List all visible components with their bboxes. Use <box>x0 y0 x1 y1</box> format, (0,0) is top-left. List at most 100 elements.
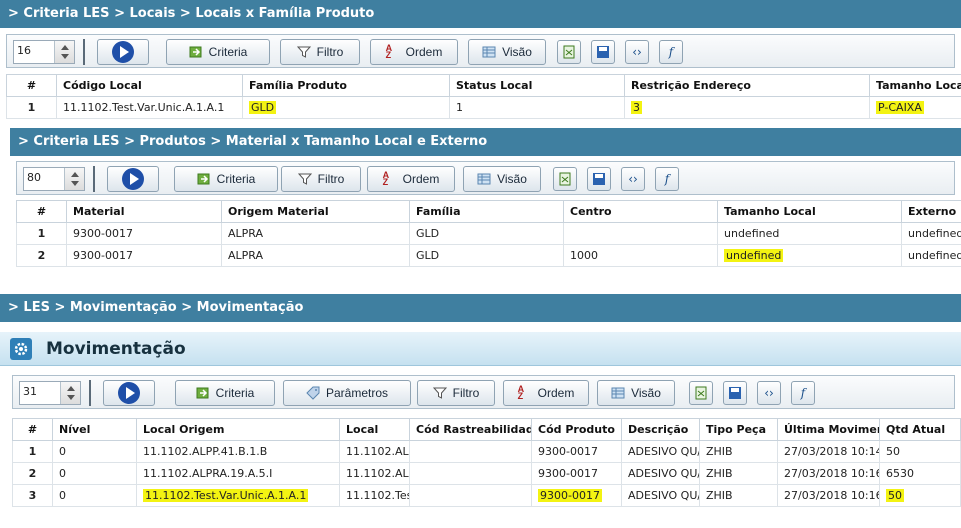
column-header[interactable]: Código Local <box>56 74 243 97</box>
toolbar-separator <box>93 166 95 192</box>
table-cell: 50 <box>879 484 961 507</box>
column-header[interactable]: Última Moviment <box>777 418 880 441</box>
column-header[interactable]: Externo <box>901 200 961 223</box>
gear-icon <box>10 337 32 360</box>
column-header[interactable]: Centro <box>563 200 718 223</box>
page-title-bar: Movimentação <box>0 332 961 366</box>
highlighted-value: 11.1102.Test.Var.Unic.A.1.A.1 <box>143 489 309 502</box>
spinner-value[interactable]: 16 <box>17 44 31 57</box>
table-cell: 1000 <box>563 244 718 267</box>
data-table: # Material Origem Material Família Centr… <box>16 200 961 267</box>
criteria-button[interactable]: Criteria <box>166 39 270 65</box>
table-cell: 27/03/2018 10:14: <box>777 440 880 463</box>
column-header[interactable]: Origem Material <box>221 200 410 223</box>
column-header[interactable]: Cód Produto <box>531 418 622 441</box>
table-row[interactable]: 2 9300-0017 ALPRA GLD 1000 undefined und… <box>16 244 961 267</box>
column-header[interactable]: Qtd Atual <box>879 418 961 441</box>
function-button[interactable]: f <box>655 167 679 191</box>
run-button[interactable] <box>97 39 149 65</box>
function-button[interactable]: f <box>791 381 815 405</box>
column-header[interactable]: Tamanho Local <box>717 200 902 223</box>
table-cell: undefined <box>717 244 902 267</box>
code-button[interactable]: ‹› <box>621 167 645 191</box>
table-row[interactable]: 1 9300-0017 ALPRA GLD undefined undefine… <box>16 222 961 245</box>
code-button[interactable]: ‹› <box>625 40 649 64</box>
table-cell: 1 <box>449 96 625 119</box>
export-excel-button[interactable] <box>689 381 713 405</box>
run-button[interactable] <box>103 380 155 406</box>
table-cell: 11.1102.ALPRA.19.A.5.I <box>136 462 340 485</box>
page-size-spinner[interactable]: 16 <box>13 40 75 64</box>
function-icon: f <box>668 45 674 59</box>
column-header[interactable]: # <box>6 74 57 97</box>
table-cell: 9300-0017 <box>531 484 622 507</box>
table-row[interactable]: 2 0 11.1102.ALPRA.19.A.5.I 11.1102.ALP 9… <box>12 462 961 485</box>
table-cell: 1 <box>16 222 67 245</box>
column-header[interactable]: Material <box>66 200 222 223</box>
export-excel-icon <box>563 45 575 59</box>
criteria-button[interactable]: Criteria <box>174 166 278 192</box>
criteria-button[interactable]: Criteria <box>175 380 275 406</box>
table-cell <box>409 462 532 485</box>
export-excel-button[interactable] <box>553 167 577 191</box>
function-icon: f <box>800 386 806 400</box>
column-header[interactable]: Tamanho Local <box>869 74 961 97</box>
spinner-value[interactable]: 31 <box>23 385 37 398</box>
column-header[interactable]: Cód Rastreabilidade <box>409 418 532 441</box>
spinner-value[interactable]: 80 <box>27 171 41 184</box>
page-size-spinner[interactable]: 31 <box>19 381 81 405</box>
spinner-arrows[interactable] <box>64 168 84 190</box>
ordem-label: Ordem <box>402 172 440 186</box>
save-button[interactable] <box>587 167 611 191</box>
visao-button[interactable]: Visão <box>468 39 546 65</box>
filtro-button[interactable]: Filtro <box>417 380 495 406</box>
column-header[interactable]: Status Local <box>449 74 625 97</box>
spinner-arrows[interactable] <box>60 382 80 404</box>
visao-button[interactable]: Visão <box>597 380 675 406</box>
spinner-arrows[interactable] <box>54 41 74 63</box>
table-cell: 11.1102.ALP <box>339 462 410 485</box>
table-cell: ADESIVO QU/ <box>621 440 700 463</box>
page-size-spinner[interactable]: 80 <box>23 167 85 191</box>
ordem-button[interactable]: AZ Ordem <box>370 39 458 65</box>
table-cell: 11.1102.ALP <box>339 440 410 463</box>
table-cell: 9300-0017 <box>531 440 622 463</box>
column-header[interactable]: Nível <box>52 418 137 441</box>
column-header[interactable]: Local <box>339 418 410 441</box>
ordem-button[interactable]: AZ Ordem <box>367 166 455 192</box>
save-button[interactable] <box>591 40 615 64</box>
export-excel-button[interactable] <box>557 40 581 64</box>
filtro-button[interactable]: Filtro <box>281 166 361 192</box>
sort-az-icon: AZ <box>385 43 393 60</box>
column-header[interactable]: Família <box>409 200 564 223</box>
column-header[interactable]: # <box>12 418 53 441</box>
table-row[interactable]: 1 11.1102.Test.Var.Unic.A.1.A.1 GLD 1 3 … <box>6 96 961 119</box>
run-button[interactable] <box>107 166 159 192</box>
table-cell: ADESIVO QU/ <box>621 484 700 507</box>
table-cell: 6530 <box>879 462 961 485</box>
save-button[interactable] <box>723 381 747 405</box>
column-header[interactable]: Descrição <box>621 418 700 441</box>
filtro-button[interactable]: Filtro <box>280 39 360 65</box>
parametros-button[interactable]: Parâmetros <box>283 380 411 406</box>
column-header[interactable]: Local Origem <box>136 418 340 441</box>
column-header[interactable]: Tipo Peça <box>699 418 778 441</box>
criteria-icon <box>196 387 209 399</box>
column-header[interactable]: # <box>16 200 67 223</box>
table-row[interactable]: 3 0 11.1102.Test.Var.Unic.A.1.A.1 11.110… <box>12 484 961 507</box>
table-header-row: # Nível Local Origem Local Cód Rastreabi… <box>12 418 961 441</box>
table-cell: ADESIVO QU/ <box>621 462 700 485</box>
column-header[interactable]: Restrição Endereço <box>624 74 870 97</box>
column-header[interactable]: Família Produto <box>242 74 450 97</box>
save-icon <box>593 173 605 185</box>
function-button[interactable]: f <box>659 40 683 64</box>
table-cell: undefined <box>717 222 902 245</box>
criteria-icon <box>189 46 202 58</box>
table-row[interactable]: 1 0 11.1102.ALPP.41.B.1.B 11.1102.ALP 93… <box>12 440 961 463</box>
filtro-label: Filtro <box>316 45 344 59</box>
criteria-icon <box>197 173 210 185</box>
ordem-button[interactable]: AZ Ordem <box>503 380 589 406</box>
visao-button[interactable]: Visão <box>463 166 541 192</box>
code-button[interactable]: ‹› <box>757 381 781 405</box>
export-excel-icon <box>559 172 571 186</box>
